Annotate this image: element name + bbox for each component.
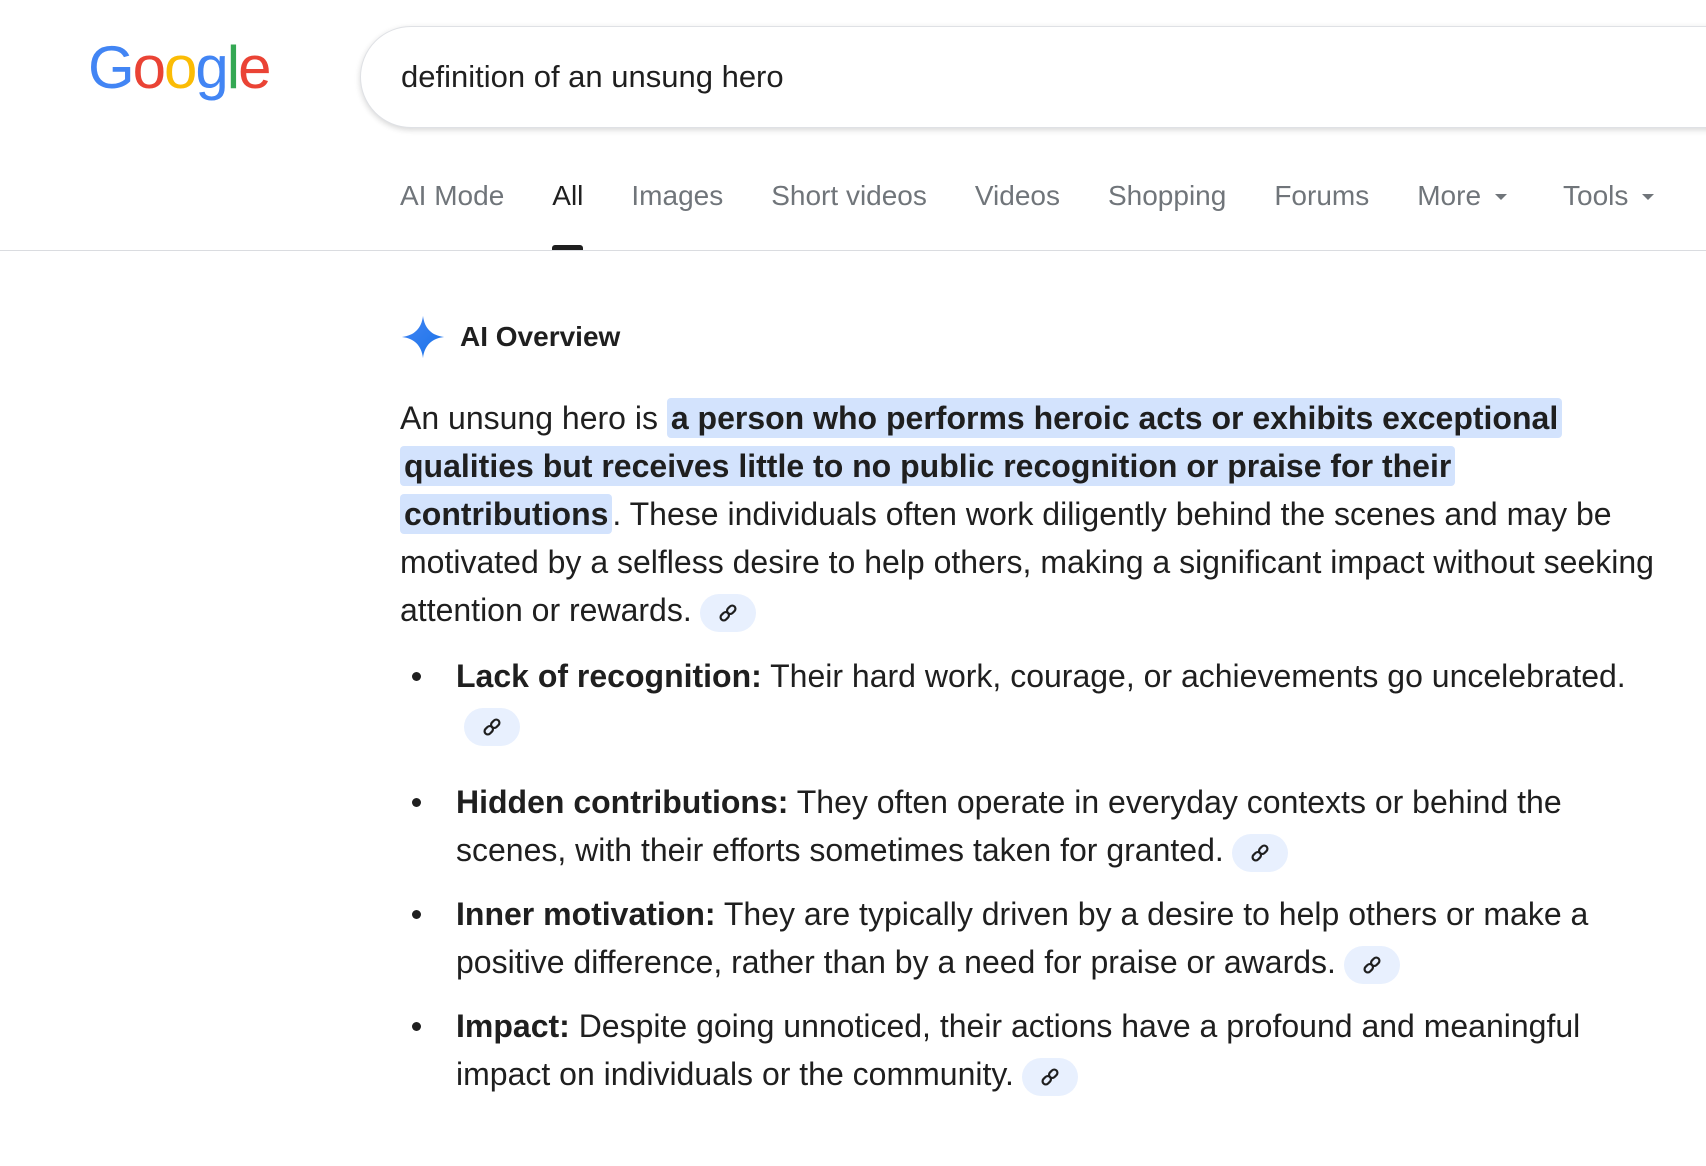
tab-label: Tools: [1563, 180, 1629, 211]
list-item: Inner motivation: They are typically dri…: [400, 890, 1670, 986]
tab-short-videos[interactable]: Short videos: [771, 176, 927, 250]
source-link-button[interactable]: [1231, 833, 1288, 872]
logo-letter: l: [226, 34, 240, 101]
search-tabs: AI Mode All Images Short videos Videos S…: [400, 176, 1655, 250]
logo-letter: o: [132, 34, 166, 101]
caret-down-icon: [1495, 194, 1508, 200]
list-item: Impact: Despite going unnoticed, their a…: [400, 1002, 1670, 1098]
tab-videos[interactable]: Videos: [975, 176, 1060, 250]
link-icon: [1251, 844, 1269, 862]
tab-label: Videos: [974, 180, 1060, 211]
ai-overview-header: AI Overview: [400, 314, 620, 360]
bullet-term: Hidden contributions:: [456, 784, 789, 820]
list-item: Lack of recognition: Their hard work, co…: [400, 652, 1670, 748]
tab-ai-mode[interactable]: AI Mode: [400, 176, 504, 250]
tab-more[interactable]: More: [1417, 176, 1508, 250]
link-icon: [483, 718, 501, 736]
bullet-text: Despite going unnoticed, their actions h…: [456, 1008, 1581, 1092]
bullet-text: Their hard work, courage, or achievement…: [761, 658, 1626, 694]
overview-bullets: Lack of recognition: Their hard work, co…: [400, 652, 1670, 1098]
intro-prefix: An unsung hero is: [400, 400, 667, 436]
source-link-button[interactable]: [1343, 945, 1400, 984]
search-box[interactable]: [360, 26, 1706, 128]
tab-label: Short videos: [771, 180, 927, 211]
link-icon: [1041, 1068, 1059, 1086]
list-item: Hidden contributions: They often operate…: [400, 778, 1670, 874]
bullet-term: Lack of recognition:: [456, 658, 762, 694]
search-results-page: Google AI Mode All Images Short videos V…: [0, 0, 1706, 1166]
bullet-term: Inner motivation:: [456, 896, 716, 932]
ai-overview-body: An unsung hero is a person who performs …: [400, 394, 1670, 1114]
tabs-divider: [0, 250, 1706, 251]
bullet-term: Impact:: [456, 1008, 570, 1044]
logo-letter: g: [195, 34, 228, 101]
source-link-button[interactable]: [1021, 1057, 1078, 1096]
tab-shopping[interactable]: Shopping: [1108, 176, 1226, 250]
logo-letter: G: [88, 34, 135, 101]
tab-tools[interactable]: Tools: [1563, 176, 1655, 250]
ai-overview-title: AI Overview: [460, 321, 621, 352]
logo-letter: o: [164, 34, 197, 101]
tab-all[interactable]: All: [552, 176, 584, 250]
tab-label: AI Mode: [400, 180, 505, 211]
source-link-button[interactable]: [464, 707, 520, 746]
link-icon: [1363, 956, 1381, 974]
tab-label: Images: [631, 180, 724, 211]
logo-letter: e: [238, 34, 271, 101]
search-input[interactable]: [401, 27, 1701, 127]
tab-label: More: [1417, 180, 1482, 211]
caret-down-icon: [1642, 194, 1655, 200]
tab-images[interactable]: Images: [631, 176, 723, 250]
tab-label: Forums: [1274, 180, 1370, 211]
overview-intro: An unsung hero is a person who performs …: [400, 394, 1670, 634]
link-icon: [719, 604, 737, 622]
source-link-button[interactable]: [699, 593, 756, 632]
tab-label: All: [552, 180, 584, 211]
tab-label: Shopping: [1107, 180, 1227, 211]
google-logo[interactable]: Google: [88, 34, 272, 101]
tab-forums[interactable]: Forums: [1274, 176, 1369, 250]
sparkle-icon: [401, 315, 445, 359]
